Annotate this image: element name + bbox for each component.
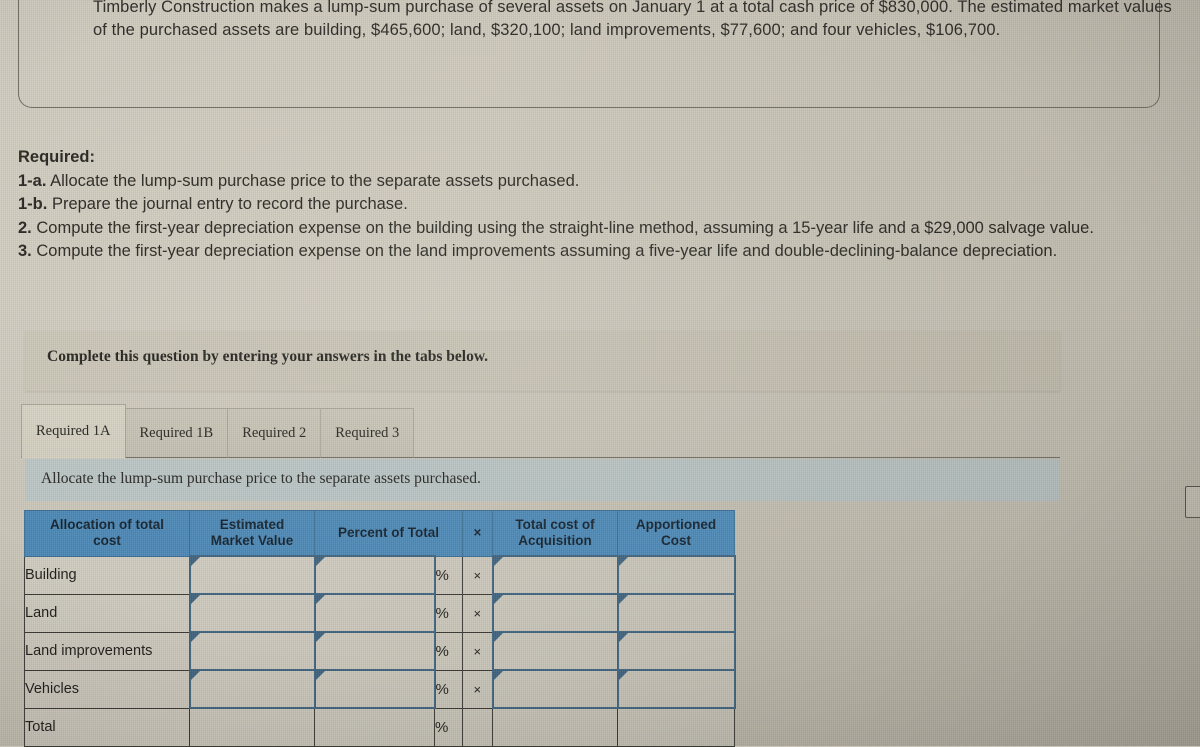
input-vehicles-total-cost-of-acquisition[interactable] — [491, 669, 619, 709]
times-symbol-total — [462, 707, 493, 747]
complete-question-banner-text: Complete this question by entering your … — [47, 348, 489, 365]
tab-required-1b[interactable]: Required 1B — [124, 408, 229, 458]
row-label-total: Total — [24, 707, 190, 747]
tab-required-3[interactable]: Required 3 — [320, 408, 415, 458]
times-symbol-vehicles: × — [462, 669, 493, 709]
required-item-1a-label: 1-a. — [18, 171, 47, 190]
cell-total-percent-of-total — [314, 707, 435, 747]
col-header-times-operator: × — [462, 510, 493, 557]
required-section: Required: 1-a. Allocate the lump-sum pur… — [18, 146, 1168, 264]
col-header-allocation-line2: cost — [93, 533, 121, 549]
col-header-estimated-market-value: Estimated Market Value — [189, 510, 315, 557]
required-item-1a-text: Allocate the lump-sum purchase price to … — [50, 171, 580, 190]
row-label-land-improvements: Land improvements — [24, 631, 190, 671]
input-land-improvements-total-cost-of-acquisition[interactable] — [491, 631, 619, 671]
percent-symbol-land-improvements: % — [434, 631, 463, 671]
col-header-ac-line1: Apportioned — [635, 517, 717, 532]
tab-required-3-label: Required 3 — [335, 424, 400, 441]
required-item-2-label: 2. — [18, 218, 32, 237]
required-item-1a: 1-a. Allocate the lump-sum purchase pric… — [18, 170, 1168, 194]
allocation-table: Allocation of total cost Estimated Marke… — [24, 510, 736, 747]
times-symbol-land: × — [462, 593, 493, 633]
col-header-times-label: × — [473, 525, 482, 541]
input-building-total-cost-of-acquisition[interactable] — [491, 555, 619, 595]
input-land-improvements-apportioned-cost[interactable] — [616, 631, 736, 671]
tab-required-1a[interactable]: Required 1A — [21, 404, 126, 458]
col-header-allocation-line1: Allocation of total — [50, 517, 164, 533]
input-land-apportioned-cost[interactable] — [616, 593, 736, 633]
input-vehicles-percent-of-total[interactable] — [313, 669, 436, 709]
table-row: Land % × — [24, 593, 736, 633]
edge-clipped-control[interactable] — [1185, 486, 1200, 518]
input-vehicles-estimated-market-value[interactable] — [188, 669, 316, 709]
required-item-2: 2. Compute the first-year depreciation e… — [18, 217, 1168, 241]
required-item-1b-text: Prepare the journal entry to record the … — [51, 195, 408, 213]
input-building-estimated-market-value[interactable] — [188, 555, 316, 595]
question-panel: Timberly Construction makes a lump-sum p… — [18, 0, 1172, 108]
col-header-allocation-of-total-cost: Allocation of total cost — [24, 510, 190, 557]
table-row: Building % × — [24, 555, 736, 595]
cell-total-total-cost-of-acquisition — [492, 707, 618, 747]
table-row: Vehicles % × — [24, 669, 736, 709]
row-label-land: Land — [24, 593, 190, 633]
percent-symbol-building: % — [434, 555, 463, 595]
table-row: Total % — [24, 707, 735, 747]
times-symbol-land-improvements: × — [462, 631, 493, 671]
input-land-percent-of-total[interactable] — [313, 593, 436, 633]
tab-required-1a-label: Required 1A — [36, 422, 111, 439]
input-building-percent-of-total[interactable] — [313, 555, 436, 595]
table-header-row: Allocation of total cost Estimated Marke… — [24, 510, 735, 557]
required-item-3: 3. Compute the first-year depreciation e… — [18, 240, 1168, 264]
col-header-apportioned-cost: Apportioned Cost — [617, 510, 735, 557]
required-item-1b-label: 1-b. — [18, 195, 48, 213]
percent-symbol-vehicles: % — [434, 669, 463, 709]
required-item-3-text: Compute the first-year depreciation expe… — [36, 242, 1058, 260]
col-header-emv-line1: Estimated — [219, 517, 285, 532]
input-vehicles-apportioned-cost[interactable] — [616, 669, 736, 709]
tab-required-1b-label: Required 1B — [139, 424, 214, 441]
percent-symbol-total: % — [434, 707, 463, 747]
required-item-1b: 1-b. Prepare the journal entry to record… — [18, 193, 1168, 217]
col-header-percent-of-total: Percent of Total — [314, 510, 463, 557]
tab-required-2[interactable]: Required 2 — [227, 408, 322, 458]
percent-symbol-land: % — [434, 593, 463, 633]
col-header-emv-line2: Market Value — [210, 533, 294, 548]
col-header-percent-label: Percent of Total — [337, 525, 439, 540]
col-header-ac-line2: Cost — [661, 533, 691, 548]
col-header-tca-line1: Total cost of — [515, 517, 595, 532]
required-tabs: Required 1A Required 1B Required 2 Requi… — [21, 404, 415, 458]
col-header-total-cost-of-acquisition: Total cost of Acquisition — [492, 510, 618, 557]
row-label-vehicles: Vehicles — [24, 669, 190, 709]
row-label-building: Building — [24, 555, 190, 595]
col-header-tca-line2: Acquisition — [518, 533, 592, 548]
complete-question-banner: Complete this question by entering your … — [25, 331, 1060, 391]
question-text: Timberly Construction makes a lump-sum p… — [93, 0, 1172, 39]
required-heading: Required: — [18, 148, 96, 166]
instruction-bar: Allocate the lump-sum purchase price to … — [25, 459, 1060, 501]
input-land-estimated-market-value[interactable] — [188, 593, 316, 633]
input-land-improvements-estimated-market-value[interactable] — [188, 631, 316, 671]
cell-total-apportioned-cost — [617, 707, 735, 747]
tab-required-2-label: Required 2 — [242, 424, 307, 441]
input-land-total-cost-of-acquisition[interactable] — [491, 593, 619, 633]
required-item-3-label: 3. — [18, 242, 32, 260]
required-item-2-text: Compute the first-year depreciation expe… — [36, 218, 1094, 237]
table-row: Land improvements % × — [24, 631, 736, 671]
input-land-improvements-percent-of-total[interactable] — [313, 631, 436, 671]
cell-total-estimated-market-value — [189, 707, 315, 747]
input-building-apportioned-cost[interactable] — [616, 555, 736, 595]
times-symbol-building: × — [462, 555, 493, 595]
instruction-bar-text: Allocate the lump-sum purchase price to … — [41, 470, 481, 487]
